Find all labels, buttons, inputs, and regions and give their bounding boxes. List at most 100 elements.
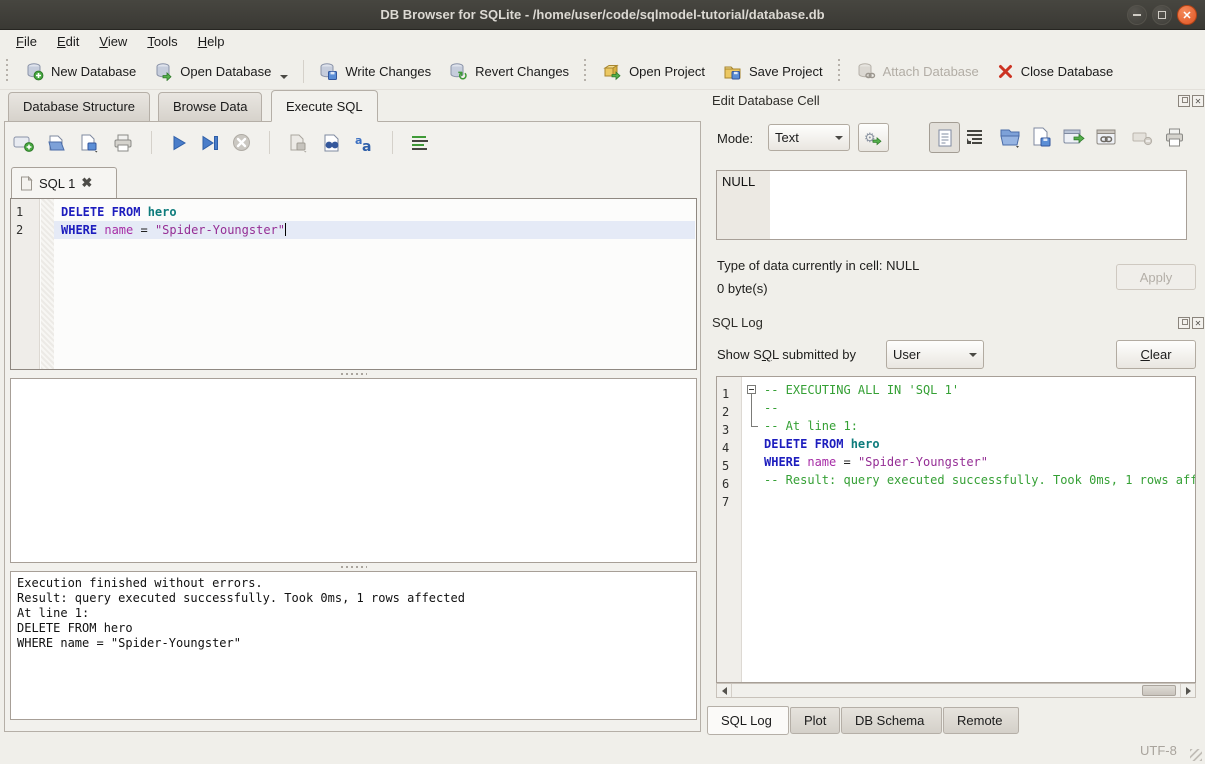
cell-dock-title: Edit Database Cell bbox=[712, 93, 820, 108]
revert-changes-icon: ↻ bbox=[449, 62, 468, 81]
close-icon: ✕ bbox=[1182, 9, 1191, 22]
scroll-left-icon[interactable] bbox=[717, 684, 732, 697]
import-cell-icon[interactable] bbox=[999, 127, 1023, 149]
stop-icon bbox=[232, 133, 251, 152]
menu-edit[interactable]: Edit bbox=[47, 31, 89, 52]
clear-log-button[interactable]: Clear bbox=[1116, 340, 1196, 369]
save-results-icon bbox=[288, 133, 310, 153]
tab-sql-log[interactable]: SQL Log bbox=[707, 706, 789, 735]
message-line: At line 1: bbox=[17, 606, 690, 621]
log-filter-label: Show SQL submitted by bbox=[717, 347, 856, 362]
menu-tools[interactable]: Tools bbox=[137, 31, 187, 52]
sql-toolbar-separator bbox=[151, 131, 152, 154]
message-line: DELETE FROM hero bbox=[17, 621, 690, 636]
editor-line-2: WHERE name = "Spider-Youngster" bbox=[54, 221, 695, 239]
open-database-dropdown-icon[interactable] bbox=[280, 75, 288, 79]
log-line-1: -- EXECUTING ALL IN 'SQL 1' bbox=[760, 381, 1195, 399]
sql-tab-label: SQL 1 bbox=[39, 176, 75, 191]
close-database-icon bbox=[997, 63, 1014, 80]
results-messages-splitter[interactable] bbox=[10, 563, 697, 571]
save-project-icon bbox=[723, 62, 742, 81]
editor-line-numbers: 1 2 bbox=[11, 199, 40, 369]
execution-messages[interactable]: Execution finished without errors. Resul… bbox=[10, 571, 697, 720]
toolbar-handle[interactable] bbox=[5, 59, 9, 83]
write-changes-button[interactable]: Write Changes bbox=[310, 57, 440, 86]
text-mode-toggle[interactable] bbox=[929, 122, 960, 153]
log-fold-margin bbox=[743, 377, 760, 682]
open-sql-file-icon[interactable] bbox=[47, 133, 67, 153]
cell-dock-close-button[interactable]: ✕ bbox=[1192, 95, 1204, 107]
apply-mode-button[interactable]: ⚙ bbox=[858, 123, 889, 152]
execute-line-icon[interactable] bbox=[200, 134, 220, 152]
open-project-button[interactable]: Open Project bbox=[594, 57, 714, 86]
log-filter-select[interactable]: User bbox=[886, 340, 984, 369]
log-dock-close-button[interactable]: ✕ bbox=[1192, 317, 1204, 329]
results-grid[interactable] bbox=[10, 378, 697, 563]
save-sql-file-icon[interactable] bbox=[79, 133, 101, 153]
close-tab-icon[interactable]: ✖ bbox=[81, 175, 92, 191]
menu-help[interactable]: Help bbox=[188, 31, 235, 52]
sql-toolbar-separator bbox=[392, 131, 393, 154]
minimize-button[interactable] bbox=[1127, 5, 1147, 25]
minimize-icon bbox=[1133, 14, 1141, 16]
menu-file[interactable]: File bbox=[6, 31, 47, 52]
cell-type-info: Type of data currently in cell: NULL bbox=[717, 258, 919, 273]
log-line-2: -- bbox=[760, 399, 1195, 417]
link-cell-icon[interactable] bbox=[1096, 129, 1120, 148]
cell-editor[interactable]: NULL bbox=[716, 170, 1187, 240]
editor-results-splitter[interactable] bbox=[10, 370, 697, 378]
word-wrap-icon[interactable] bbox=[411, 135, 429, 151]
sql-log-view[interactable]: 1 2 3 4 5 6 7 -- EXECUTING ALL IN 'SQL 1… bbox=[716, 376, 1196, 683]
execute-all-icon[interactable] bbox=[170, 134, 188, 152]
scrollbar-thumb[interactable] bbox=[1142, 685, 1176, 696]
maximize-button[interactable] bbox=[1152, 5, 1172, 25]
float-icon bbox=[1182, 97, 1188, 103]
fold-collapse-icon[interactable] bbox=[747, 385, 756, 394]
svg-text:↻: ↻ bbox=[458, 69, 468, 81]
editor-code[interactable]: DELETE FROM hero WHERE name = "Spider-Yo… bbox=[54, 203, 695, 239]
titlebar: DB Browser for SQLite - /home/user/code/… bbox=[0, 0, 1205, 30]
tab-remote[interactable]: Remote bbox=[943, 707, 1019, 734]
clear-cell-icon bbox=[1132, 131, 1154, 146]
print-icon[interactable] bbox=[113, 133, 133, 153]
sql-toolbar-separator bbox=[269, 131, 270, 154]
menu-view[interactable]: View bbox=[89, 31, 137, 52]
tab-database-structure[interactable]: Database Structure bbox=[8, 92, 150, 122]
log-horizontal-scrollbar[interactable] bbox=[716, 683, 1196, 698]
scroll-right-icon[interactable] bbox=[1180, 684, 1195, 697]
message-line: Result: query executed successfully. Too… bbox=[17, 591, 690, 606]
mode-select[interactable]: Text bbox=[768, 124, 850, 151]
tab-plot[interactable]: Plot bbox=[790, 707, 840, 734]
format-icon[interactable]: a a bbox=[354, 133, 374, 153]
log-dock-float-button[interactable] bbox=[1178, 317, 1190, 329]
revert-changes-button[interactable]: ↻ Revert Changes bbox=[440, 57, 578, 86]
tab-browse-data[interactable]: Browse Data bbox=[158, 92, 262, 122]
wrap-lines-icon[interactable] bbox=[966, 129, 984, 145]
close-database-button[interactable]: Close Database bbox=[988, 58, 1123, 85]
text-caret bbox=[285, 223, 286, 236]
export-cell-icon[interactable] bbox=[1063, 129, 1087, 148]
maximize-icon bbox=[1158, 11, 1166, 19]
toolbar-separator bbox=[303, 60, 304, 83]
sql-file-icon bbox=[20, 176, 33, 191]
execute-sql-panel: a a SQL 1 ✖ 1 2 bbox=[4, 121, 701, 732]
sql-document-tab[interactable]: SQL 1 ✖ bbox=[11, 167, 117, 198]
new-tab-icon[interactable] bbox=[13, 133, 35, 153]
cell-dock-float-button[interactable] bbox=[1178, 95, 1190, 107]
find-icon[interactable] bbox=[322, 133, 342, 153]
close-button[interactable]: ✕ bbox=[1177, 5, 1197, 25]
toolbar-handle[interactable] bbox=[837, 59, 841, 83]
sql-editor[interactable]: 1 2 DELETE FROM hero WHERE name = "Spide… bbox=[10, 198, 697, 370]
print-cell-icon[interactable] bbox=[1164, 127, 1185, 148]
resize-grip[interactable] bbox=[1190, 749, 1202, 761]
save-cell-icon[interactable] bbox=[1031, 127, 1053, 149]
new-database-button[interactable]: New Database bbox=[16, 57, 145, 86]
save-project-button[interactable]: Save Project bbox=[714, 57, 832, 86]
tab-db-schema[interactable]: DB Schema bbox=[841, 707, 942, 734]
open-project-icon bbox=[603, 62, 622, 81]
open-database-button[interactable]: Open Database bbox=[145, 57, 297, 86]
tab-execute-sql[interactable]: Execute SQL bbox=[271, 90, 378, 122]
log-code: -- EXECUTING ALL IN 'SQL 1' -- -- At lin… bbox=[760, 381, 1195, 507]
new-database-icon bbox=[25, 62, 44, 81]
toolbar-handle[interactable] bbox=[583, 59, 587, 83]
